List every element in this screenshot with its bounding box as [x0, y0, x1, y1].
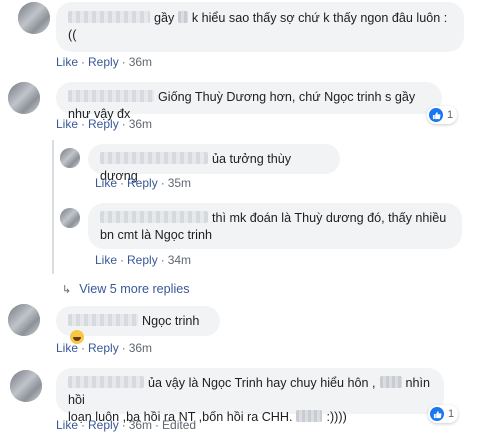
separator: ·	[81, 418, 86, 432]
thread-line	[52, 140, 54, 274]
avatar[interactable]	[8, 82, 40, 114]
timestamp[interactable]: 36m	[129, 341, 152, 355]
comment-actions: Like · Reply · 36m · Edited	[56, 418, 196, 432]
reply-link[interactable]: Reply	[88, 117, 119, 131]
comment-text: ủa vậy là Ngọc Trinh hay chuy hiểu hôn ,	[148, 376, 376, 390]
like-link[interactable]: Like	[56, 418, 78, 432]
comment-text: bn cmt là Ngọc trinh	[100, 228, 212, 242]
separator: ·	[121, 55, 126, 69]
avatar[interactable]	[60, 148, 80, 168]
redacted-text	[296, 410, 323, 422]
comment-bubble: ủa vậy là Ngọc Trinh hay chuy hiểu hôn ,…	[56, 368, 444, 424]
redacted-name	[68, 90, 154, 102]
comment-bubble: Giống Thuỳ Dương hơn, chứ Ngọc trinh s g…	[56, 82, 442, 121]
avatar[interactable]	[10, 370, 42, 402]
reply-link[interactable]: Reply	[88, 341, 119, 355]
comment-text: Ngọc trinh	[142, 314, 200, 328]
comment-actions: Like · Reply · 35m	[95, 176, 191, 190]
reaction-count: 1	[448, 408, 455, 420]
like-link[interactable]: Like	[56, 341, 78, 355]
like-link[interactable]: Like	[56, 117, 78, 131]
comment-actions: Like · Reply · 36m	[56, 55, 152, 69]
separator: ·	[121, 341, 126, 355]
comment-text: :))))	[326, 410, 347, 424]
separator: ·	[81, 55, 86, 69]
comment-actions: Like · Reply · 36m	[56, 117, 152, 131]
separator: ·	[160, 176, 165, 190]
separator: ·	[160, 253, 165, 267]
edited-label[interactable]: Edited	[162, 418, 196, 432]
comment-bubble: gầy k hiểu sao thấy sợ chứ k thấy ngon đ…	[56, 2, 464, 52]
reply-link[interactable]: Reply	[127, 253, 158, 267]
reply-link[interactable]: Reply	[127, 176, 158, 190]
reaction-count: 1	[447, 109, 454, 121]
avatar[interactable]	[8, 304, 40, 336]
timestamp[interactable]: 36m	[129, 55, 152, 69]
thumbs-up-icon	[430, 407, 444, 421]
reaction-badge[interactable]: 1	[427, 106, 458, 124]
comment-actions: Like · Reply · 34m	[95, 253, 191, 267]
reply-arrow-icon: ↳	[62, 283, 72, 296]
separator: ·	[120, 176, 125, 190]
timestamp[interactable]: 36m	[129, 117, 152, 131]
redacted-name	[68, 376, 144, 388]
comment-text: thì mk đoán là Thuỳ dương đó, thấy nhiều	[212, 211, 447, 225]
view-more-label: View 5 more replies	[79, 282, 190, 296]
comment-text: gầy	[154, 11, 175, 25]
avatar[interactable]	[18, 2, 50, 34]
avatar[interactable]	[60, 208, 80, 228]
view-more-replies[interactable]: ↳ View 5 more replies	[62, 282, 190, 296]
timestamp[interactable]: 35m	[168, 176, 191, 190]
comment-bubble: ủa tưởng thùy dương	[88, 144, 340, 183]
timestamp[interactable]: 36m	[129, 418, 152, 432]
like-link[interactable]: Like	[95, 253, 117, 267]
separator: ·	[81, 117, 86, 131]
reply-link[interactable]: Reply	[88, 55, 119, 69]
timestamp[interactable]: 34m	[168, 253, 191, 267]
redacted-name	[100, 211, 208, 223]
like-link[interactable]: Like	[56, 55, 78, 69]
separator: ·	[121, 117, 126, 131]
redacted-name	[68, 314, 138, 326]
reply-link[interactable]: Reply	[88, 418, 119, 432]
comment-text: k hiểu sao thấy sợ chứ k thấy ngon đâu l…	[191, 11, 448, 25]
separator: ·	[81, 341, 86, 355]
thumbs-up-icon	[429, 108, 443, 122]
reaction-badge[interactable]: 1	[428, 405, 459, 423]
comment-text: ((	[68, 28, 77, 42]
redacted-text	[177, 11, 188, 23]
comment-bubble: thì mk đoán là Thuỳ dương đó, thấy nhiều…	[88, 203, 462, 249]
redacted-name	[68, 11, 150, 23]
separator: ·	[121, 418, 126, 432]
separator: ·	[120, 253, 125, 267]
comment-bubble: Ngọc trinh	[56, 306, 220, 344]
separator: ·	[155, 418, 160, 432]
redacted-text	[379, 376, 402, 388]
comment-actions: Like · Reply · 36m	[56, 341, 152, 355]
redacted-name	[100, 152, 208, 164]
like-link[interactable]: Like	[95, 176, 117, 190]
